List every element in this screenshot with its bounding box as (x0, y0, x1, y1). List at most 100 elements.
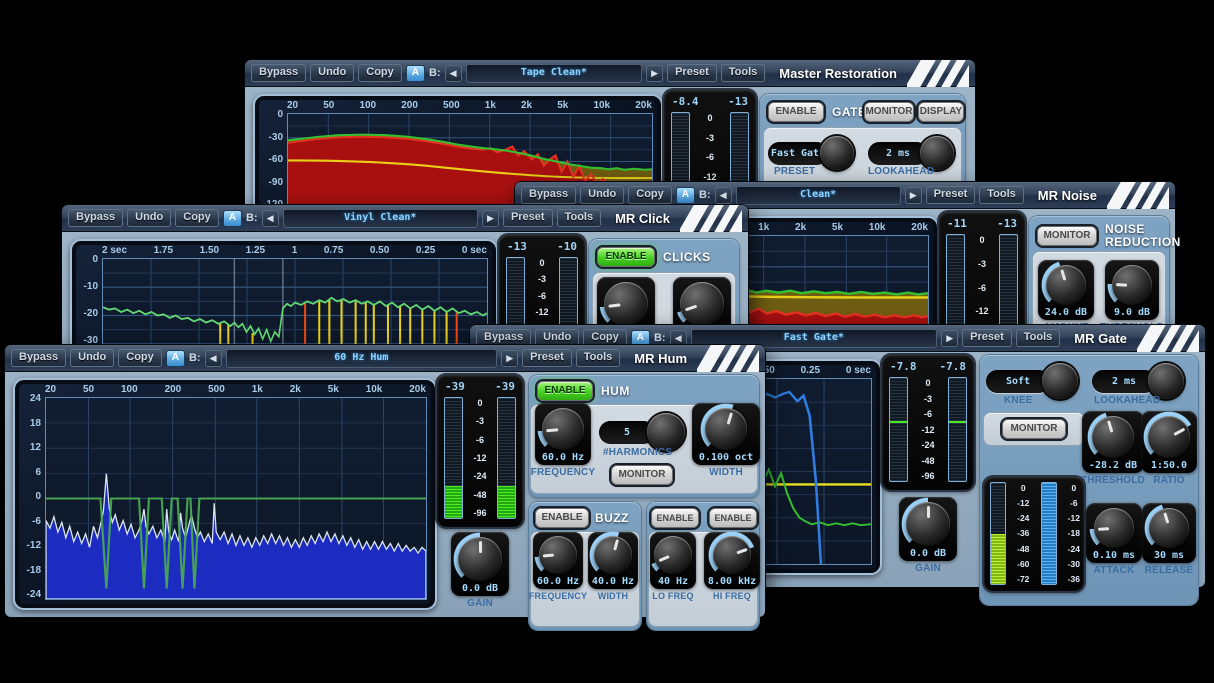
monitor-button[interactable]: MONITOR (1037, 226, 1097, 246)
preset-next-button[interactable]: ▶ (941, 330, 958, 347)
bypass-button[interactable]: Bypass (521, 186, 576, 204)
harmonics-knob[interactable] (647, 413, 685, 451)
gate-preset-label: PRESET (774, 166, 815, 177)
y-axis-label: 0 (35, 491, 41, 502)
tools-menu-button[interactable]: Tools (979, 186, 1024, 204)
hum-width-knob[interactable] (705, 408, 747, 450)
monitor-button[interactable]: MONITOR (1002, 419, 1066, 439)
preset-prev-button[interactable]: ◀ (205, 350, 222, 367)
x-axis-label: 1.50 (200, 245, 219, 256)
tools-menu-button[interactable]: Tools (576, 349, 621, 367)
x-axis-label: 2k (290, 384, 301, 395)
gate-monitor-button[interactable]: MONITOR (864, 102, 914, 122)
preset-menu-button[interactable]: Preset (962, 329, 1012, 347)
preset-name-field[interactable]: Clean* (736, 186, 901, 205)
meter-scale-label: -48 (473, 490, 486, 500)
copy-button[interactable]: Copy (358, 64, 402, 82)
preset-prev-button[interactable]: ◀ (445, 65, 462, 82)
undo-button[interactable]: Undo (127, 209, 171, 227)
click-duration-knob[interactable] (680, 282, 724, 326)
meter-scale-label: -6 (1070, 498, 1078, 508)
hum-frequency-knob[interactable] (542, 408, 584, 450)
preset-name-field[interactable]: Vinyl Clean* (283, 209, 479, 228)
gain-knob[interactable] (906, 502, 950, 546)
preset-next-button[interactable]: ▶ (482, 210, 499, 227)
preset-menu-button[interactable]: Preset (503, 209, 553, 227)
y-axis-label: -30 (269, 132, 283, 143)
brickwall-lo-enable-button[interactable]: ENABLE (651, 508, 699, 528)
preset-menu-button[interactable]: Preset (522, 349, 572, 367)
knee-knob[interactable] (1042, 363, 1078, 399)
gate-preset-knob[interactable] (820, 136, 854, 170)
x-axis-label: 500 (443, 100, 460, 111)
preset-prev-button[interactable]: ◀ (670, 330, 687, 347)
hum-section: ENABLE HUM 60.0 Hz FREQUENCY 5 #HARMONIC… (529, 375, 759, 497)
b-label: B: (654, 332, 666, 344)
threshold-knob[interactable] (1112, 265, 1152, 305)
tools-menu-button[interactable]: Tools (1016, 329, 1061, 347)
x-axis-label: 0.25 (416, 245, 435, 256)
titlebar[interactable]: Bypass Undo Copy A B: ◀ Tape Clean* ▶ Pr… (245, 60, 975, 87)
tools-menu-button[interactable]: Tools (557, 209, 602, 227)
hum-enable-button[interactable]: ENABLE (537, 381, 593, 401)
meter-scale: 0-3-6-12-24-48-96 (921, 377, 934, 482)
tools-menu-button[interactable]: Tools (721, 64, 766, 82)
copy-button[interactable]: Copy (118, 349, 162, 367)
attack-knob[interactable] (1094, 508, 1134, 548)
hi-freq-knob[interactable] (713, 536, 751, 574)
lo-freq-knob[interactable] (654, 536, 692, 574)
meter-scale-label: -3 (706, 133, 714, 143)
copy-button[interactable]: Copy (175, 209, 219, 227)
meter-readout-right: -13 (728, 95, 748, 108)
clicks-enable-button[interactable]: ENABLE (597, 247, 655, 267)
ratio-knob[interactable] (1148, 416, 1190, 458)
brickwall-hi-enable-button[interactable]: ENABLE (709, 508, 757, 528)
level-meter-panel: -39 -39 0-3-6-12-24-48-96 (437, 375, 523, 527)
lookahead-knob[interactable] (1148, 363, 1184, 399)
undo-button[interactable]: Undo (310, 64, 354, 82)
preset-prev-button[interactable]: ◀ (262, 210, 279, 227)
hum-monitor-button[interactable]: MONITOR (611, 465, 673, 485)
gain-knob[interactable] (458, 537, 502, 581)
release-knob[interactable] (1149, 508, 1189, 548)
titlebar[interactable]: Bypass Undo Copy A B: ◀ 60 Hz Hum ▶ Pres… (5, 345, 765, 372)
buzz-width-knob[interactable] (594, 536, 632, 574)
harmonics-label: #HARMONICS (603, 447, 672, 458)
x-axis-label: 1.25 (246, 245, 265, 256)
buzz-enable-button[interactable]: ENABLE (535, 508, 589, 528)
preset-next-button[interactable]: ▶ (501, 350, 518, 367)
bypass-button[interactable]: Bypass (11, 349, 66, 367)
preset-name-field[interactable]: Tape Clean* (466, 64, 643, 83)
a-b-toggle-button[interactable]: A (406, 65, 425, 82)
undo-button[interactable]: Undo (70, 349, 114, 367)
threshold-knob[interactable] (1092, 416, 1134, 458)
bypass-button[interactable]: Bypass (68, 209, 123, 227)
a-b-toggle-button[interactable]: A (166, 350, 185, 367)
copy-button[interactable]: Copy (628, 186, 672, 204)
bypass-button[interactable]: Bypass (251, 64, 306, 82)
amount-knob[interactable] (1046, 265, 1086, 305)
preset-next-button[interactable]: ▶ (646, 65, 663, 82)
preset-next-button[interactable]: ▶ (905, 187, 922, 204)
gr-meter-right-scale: 0-6-12-18-24-30-36 (1068, 482, 1080, 585)
meter-scale-label: -72 (1017, 574, 1029, 584)
titlebar[interactable]: Bypass Undo Copy A B: ◀ Vinyl Clean* ▶ P… (62, 205, 748, 232)
gate-enable-button[interactable]: ENABLE (768, 102, 824, 122)
gate-display-button[interactable]: DISPLAY (918, 102, 964, 122)
a-b-toggle-button[interactable]: A (631, 330, 650, 347)
gate-lookahead-knob[interactable] (920, 136, 954, 170)
a-b-toggle-button[interactable]: A (223, 210, 242, 227)
preset-prev-button[interactable]: ◀ (715, 187, 732, 204)
buzz-frequency-label: FREQUENCY (529, 591, 587, 601)
undo-button[interactable]: Undo (580, 186, 624, 204)
click-sensitivity-knob[interactable] (604, 282, 648, 326)
preset-menu-button[interactable]: Preset (926, 186, 976, 204)
preset-name-field[interactable]: 60 Hz Hum (226, 349, 498, 368)
threshold-label: THRESHOLD (1081, 475, 1145, 486)
preset-menu-button[interactable]: Preset (667, 64, 717, 82)
buzz-frequency-knob[interactable] (539, 536, 577, 574)
window-title: MR Noise (1038, 188, 1097, 203)
a-b-toggle-button[interactable]: A (676, 187, 695, 204)
x-axis: 20501002005001k2k5k10k20k (45, 384, 426, 395)
meter-scale-label: -12 (473, 453, 486, 463)
